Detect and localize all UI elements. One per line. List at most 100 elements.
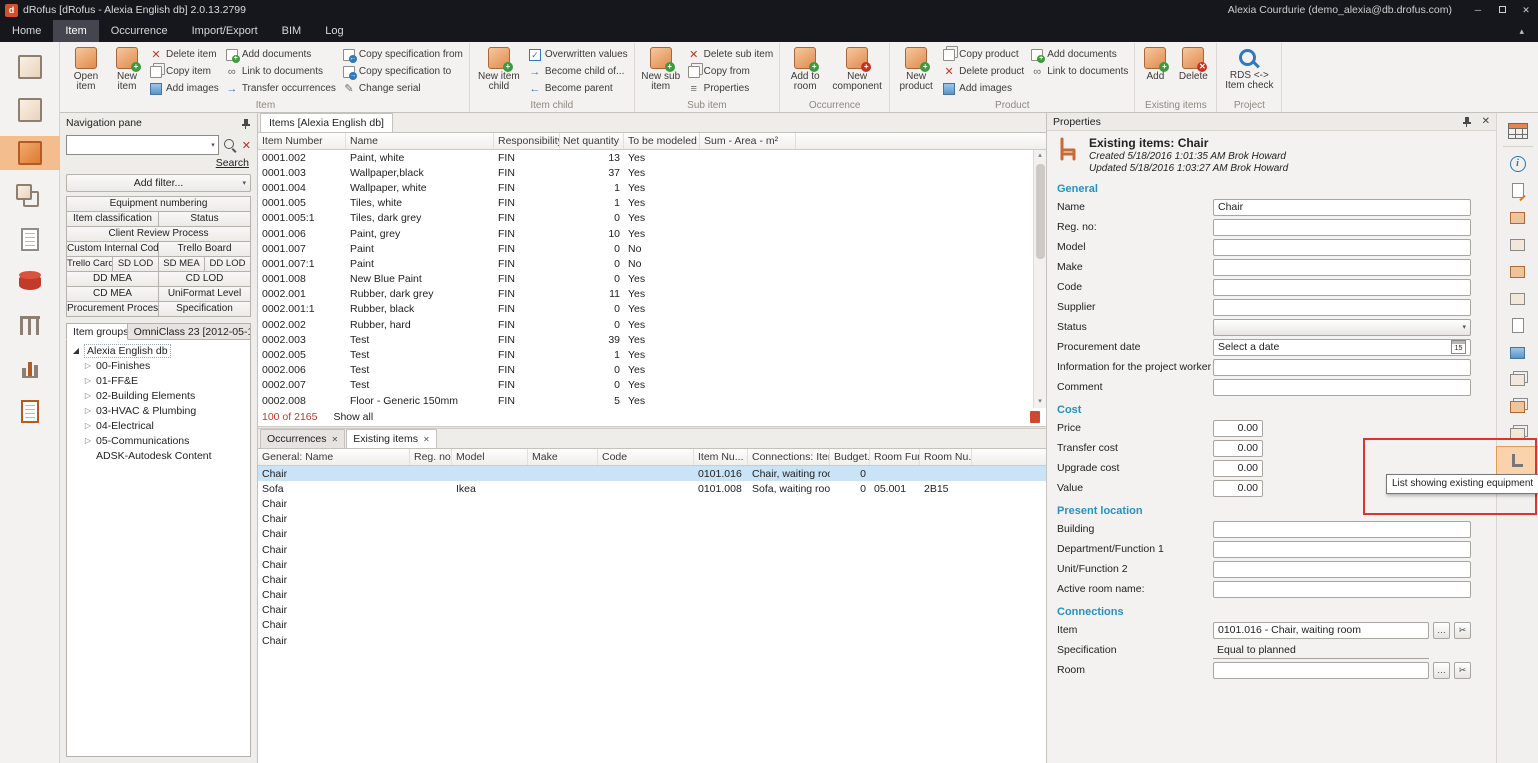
column-header-room-nu[interactable]: Room Nu... <box>920 449 972 465</box>
field-value[interactable]: 0.00 <box>1213 480 1263 497</box>
column-header-responsibility[interactable]: Responsibility <box>494 133 560 149</box>
item-row[interactable]: 0001.008New Blue PaintFIN0Yes <box>258 272 1046 287</box>
tree-item-03-hvac-plumbing[interactable]: ▷03-HVAC & Plumbing <box>69 403 248 418</box>
menu-tab-import-export[interactable]: Import/Export <box>180 20 270 42</box>
filter-button-trello-board[interactable]: Trello Board <box>158 241 251 257</box>
module-documents-icon[interactable] <box>0 222 60 256</box>
tree-item-04-electrical[interactable]: ▷04-Electrical <box>69 418 248 433</box>
item-row[interactable]: 0002.007TestFIN0Yes <box>258 378 1046 393</box>
existing-item-row[interactable]: SofaIkea0101.008Sofa, waiting room005.00… <box>258 481 1046 496</box>
field-reg-no[interactable] <box>1213 219 1471 236</box>
become-child-of-button[interactable]: →Become child of... <box>527 64 630 79</box>
module-rooms-icon[interactable] <box>0 50 60 84</box>
field-name[interactable]: Chair <box>1213 199 1471 216</box>
layout-grid-icon[interactable] <box>1497 117 1538 144</box>
filter-button-equipment-numbering[interactable]: Equipment numbering <box>66 196 251 212</box>
rds-form-icon[interactable] <box>1497 177 1538 204</box>
item-row[interactable]: 0001.003Wallpaper,blackFIN37Yes <box>258 165 1046 180</box>
column-header-item-number[interactable]: Item Number <box>258 133 346 149</box>
existing-item-row[interactable]: Chair <box>258 542 1046 557</box>
filter-button-cd-lod[interactable]: CD LOD <box>158 271 251 287</box>
pin-icon[interactable] <box>1461 116 1472 127</box>
item-row[interactable]: 0001.007PaintFIN0No <box>258 241 1046 256</box>
filter-button-cd-mea[interactable]: CD MEA <box>66 286 159 302</box>
filter-button-uniformat-level[interactable]: UniFormat Level <box>158 286 251 302</box>
minimize-button[interactable]: ─ <box>1466 0 1490 20</box>
tree-root[interactable]: ◢ Alexia English db <box>69 343 248 358</box>
package-icon[interactable] <box>1497 285 1538 312</box>
calendar-icon[interactable]: 15 <box>1451 340 1466 354</box>
item-row[interactable]: 0001.007:1PaintFIN0No <box>258 256 1046 271</box>
field-information-for-the-project-worker[interactable] <box>1213 359 1471 376</box>
show-all-link[interactable]: Show all <box>333 411 373 423</box>
overwritten-values-button[interactable]: ✓Overwritten values <box>527 47 630 62</box>
module-core-database-icon[interactable] <box>0 265 60 299</box>
expander-icon[interactable]: ▷ <box>83 436 93 445</box>
field-transfer-cost[interactable]: 0.00 <box>1213 440 1263 457</box>
menu-tab-home[interactable]: Home <box>0 20 53 42</box>
item-row[interactable]: 0002.002Rubber, hardFIN0Yes <box>258 317 1046 332</box>
item-data-icon[interactable] <box>1497 204 1538 231</box>
field-model[interactable] <box>1213 239 1471 256</box>
existing-item-row[interactable]: Chair <box>258 603 1046 618</box>
menu-tab-log[interactable]: Log <box>313 20 355 42</box>
filter-button-trello-card[interactable]: Trello Card <box>66 256 113 272</box>
new-component-button[interactable]: + New component <box>829 43 885 99</box>
clear-search-icon[interactable]: ✕ <box>242 139 251 152</box>
field-comment[interactable] <box>1213 379 1471 396</box>
filter-button-item-classification[interactable]: Item classification <box>66 211 159 227</box>
connection-room-field[interactable] <box>1213 662 1429 679</box>
expander-icon[interactable]: ▷ <box>83 391 93 400</box>
existing-item-row[interactable]: Chair <box>258 512 1046 527</box>
filter-button-dd-lod[interactable]: DD LOD <box>204 256 251 272</box>
delete-sub-item-button[interactable]: ✕Delete sub item <box>686 47 775 62</box>
link-product-documents-button[interactable]: ∞Link to documents <box>1029 64 1130 79</box>
search-text-input[interactable] <box>70 139 211 151</box>
field-active-room-name[interactable] <box>1213 581 1471 598</box>
images-panel-icon[interactable] <box>1497 339 1538 366</box>
scrollbar-thumb[interactable] <box>1036 164 1045 259</box>
tree-item-adsk-autodesk-content[interactable]: ADSK-Autodesk Content <box>69 448 248 463</box>
existing-equipment-list-icon[interactable] <box>1497 447 1538 474</box>
expander-icon[interactable]: ▷ <box>83 421 93 430</box>
delete-product-button[interactable]: ✕Delete product <box>941 64 1026 79</box>
existing-item-row[interactable]: Chair <box>258 496 1046 511</box>
add-product-documents-button[interactable]: +Add documents <box>1029 47 1130 62</box>
column-header-reg-no[interactable]: Reg. no: <box>410 449 452 465</box>
delete-existing-item-button[interactable]: ✕ Delete <box>1174 43 1212 99</box>
report-icon[interactable] <box>1030 411 1040 423</box>
copy-specification-to-button[interactable]: →Copy specification to <box>341 64 465 79</box>
module-reports-icon[interactable] <box>0 351 60 385</box>
module-systems-icon[interactable] <box>0 179 60 213</box>
connection-item-field[interactable]: 0101.016 - Chair, waiting room <box>1213 622 1429 639</box>
disconnect-item-button[interactable]: ✂ <box>1454 622 1471 639</box>
browse-room-button[interactable]: … <box>1433 662 1450 679</box>
add-filter-button[interactable]: Add filter... ▾ <box>66 174 251 192</box>
tree-item-00-finishes[interactable]: ▷00-Finishes <box>69 358 248 373</box>
module-items-icon[interactable] <box>0 136 60 170</box>
column-header-code[interactable]: Code <box>598 449 694 465</box>
close-tab-icon[interactable]: ✕ <box>332 435 339 444</box>
field-building[interactable] <box>1213 521 1471 538</box>
filter-button-custom-internal-code[interactable]: Custom Internal Code <box>66 241 159 257</box>
column-header-to-be-modeled[interactable]: To be modeled <box>624 133 700 149</box>
expander-icon[interactable]: ▷ <box>83 361 93 370</box>
column-header-room-funct[interactable]: Room Funct... <box>870 449 920 465</box>
copy-specification-from-button[interactable]: ←Copy specification from <box>341 47 465 62</box>
item-row[interactable]: 0001.004Wallpaper, whiteFIN1Yes <box>258 180 1046 195</box>
collapse-icon[interactable]: ◢ <box>71 346 81 355</box>
field-make[interactable] <box>1213 259 1471 276</box>
add-to-room-button[interactable]: + Add to room <box>784 43 826 99</box>
column-header-make[interactable]: Make <box>528 449 598 465</box>
open-item-button[interactable]: Open item <box>66 43 106 99</box>
filter-button-client-review-process[interactable]: Client Review Process <box>66 226 251 242</box>
module-room-data-icon[interactable] <box>0 93 60 127</box>
column-header-name[interactable]: Name <box>346 133 494 149</box>
tab-items-list[interactable]: Items [Alexia English db] <box>260 113 393 132</box>
column-header-net-quantity[interactable]: Net quantity <box>560 133 624 149</box>
existing-item-row[interactable]: Chair <box>258 633 1046 648</box>
existing-item-row[interactable]: Chair <box>258 572 1046 587</box>
item-row[interactable]: 0001.002Paint, whiteFIN13Yes <box>258 150 1046 165</box>
bim-object-icon[interactable] <box>1497 231 1538 258</box>
item-row[interactable]: 0002.008Floor - Generic 150mmFIN5Yes <box>258 393 1046 408</box>
